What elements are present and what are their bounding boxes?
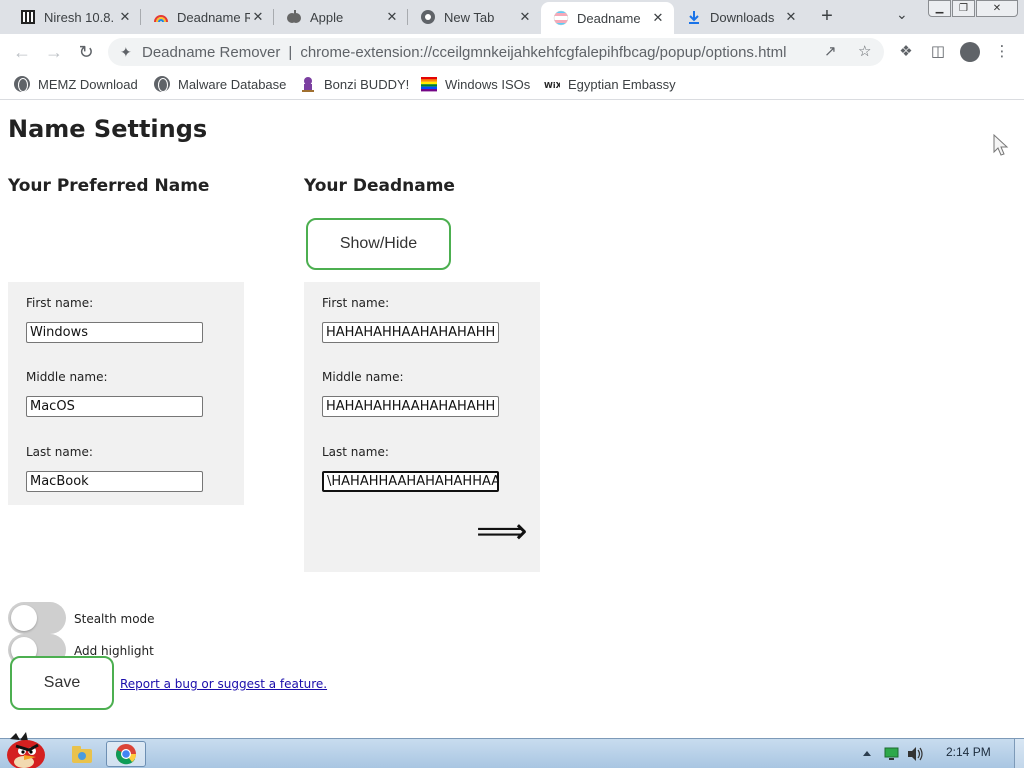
back-arrow-icon[interactable]: ← [10,40,34,64]
clock[interactable]: 2:14 PM [946,745,991,759]
deadname-heading: Your Deadname [304,176,455,196]
tab-title: Apple [310,9,344,25]
bookmarks-bar: MEMZ Download Malware Database Bonzi BUD… [0,70,1024,100]
wix-icon: WiX [544,76,563,92]
tab-apple[interactable]: Apple ✕ [274,0,408,34]
rainbow-flag-icon [421,76,437,92]
share-icon[interactable]: ↗ [824,42,837,60]
bonzi-icon [300,76,316,92]
close-icon[interactable]: ✕ [117,9,133,25]
preferred-name-heading: Your Preferred Name [8,176,210,196]
bookmark-label: Bonzi BUDDY! [324,76,410,92]
bookmark-label: Egyptian Embassy [568,76,676,92]
tab-deadname-active[interactable]: Deadname ✕ [541,2,674,34]
deadname-first-label: First name: [322,296,390,310]
tab-title: Downloads [710,9,775,25]
preferred-name-panel: First name: Windows Middle name: MacOS L… [8,282,244,505]
deadname-last-name-input[interactable]: \HAHAHHAAHAHAHAHHAA [322,471,499,492]
bookmark-label: Malware Database [178,76,287,92]
chrome-icon [420,9,436,25]
address-bar[interactable]: ✦ Deadname Remover | chrome-extension://… [108,38,884,66]
deadname-panel: First name: HAHAHAHHAAHAHAHAHH Middle na… [304,282,540,572]
deadname-middle-name-input[interactable]: HAHAHAHHAAHAHAHAHH [322,396,499,417]
restore-button[interactable]: ❐ [952,0,975,17]
bookmark-label: Windows ISOs [445,76,531,92]
deadname-first-name-input[interactable]: HAHAHAHHAAHAHAHAHH [322,322,499,343]
trans-flag-icon [553,10,569,26]
forward-arrow-icon[interactable]: → [42,40,66,64]
bookmark-malware-db[interactable]: Malware Database [154,76,286,92]
report-bug-link[interactable]: Report a bug or suggest a feature. [120,677,327,691]
start-button-angry-bird-icon[interactable] [2,731,46,768]
tab-niresh[interactable]: Niresh 10.8. ✕ [8,0,141,34]
new-tab-button[interactable]: + [816,5,838,27]
svg-text:WiX: WiX [544,81,560,90]
deadname-last-label: Last name: [322,445,389,459]
bookmark-egyptian-embassy[interactable]: WiX Egyptian Embassy [544,76,676,92]
stealth-mode-toggle[interactable] [8,602,66,634]
arrow-icon: ⟹ [476,511,528,552]
window-controls: ▁ ❐ ✕ [927,0,1018,17]
deadname-middle-label: Middle name: [322,370,404,384]
puzzle-icon: ✦ [120,43,132,60]
show-desktop-button[interactable] [1014,739,1024,768]
tab-downloads[interactable]: Downloads ✕ [674,0,807,34]
tab-strip: Niresh 10.8. ✕ Deadname R ✕ Apple ✕ New … [0,0,1024,34]
url-text: chrome-extension://cceilgmnkeijahkehfcgf… [300,43,787,61]
tab-new-tab[interactable]: New Tab ✕ [408,0,541,34]
extensions-puzzle-icon[interactable]: ❖ [896,42,916,60]
tab-deadname-r[interactable]: Deadname R ✕ [141,0,274,34]
tab-title: New Tab [444,9,495,25]
mouse-cursor-icon [993,133,1011,162]
save-button[interactable]: Save [10,656,114,710]
show-hide-button[interactable]: Show/Hide [306,218,451,270]
taskbar-explorer-icon[interactable] [62,741,102,767]
taskbar-chrome-icon[interactable] [106,741,146,767]
close-icon[interactable]: ✕ [783,9,799,25]
globe-icon [14,76,30,92]
tab-title: Deadname [577,10,641,26]
bookmark-windows-isos[interactable]: Windows ISOs [421,76,530,92]
site-name: Deadname Remover [142,43,281,61]
tab-title: Niresh 10.8. [44,9,115,25]
bookmark-label: MEMZ Download [38,76,138,92]
reload-icon[interactable]: ↻ [74,40,98,64]
window-close-button[interactable]: ✕ [976,0,1018,17]
bookmark-star-icon[interactable]: ☆ [858,42,871,60]
toolbar: ← → ↻ ✦ Deadname Remover | chrome-extens… [0,34,1024,70]
bookmark-bonzi[interactable]: Bonzi BUDDY! [300,76,409,92]
close-icon[interactable]: ✕ [650,10,666,26]
minimize-button[interactable]: ▁ [928,0,951,17]
rainbow-icon [153,9,169,25]
apple-icon [286,9,302,25]
side-panel-icon[interactable]: ◫ [928,42,948,60]
preferred-last-label: Last name: [26,445,93,459]
network-icon[interactable] [884,747,900,764]
profile-avatar-icon[interactable] [960,42,980,62]
bookmark-memz[interactable]: MEMZ Download [14,76,138,92]
close-icon[interactable]: ✕ [250,9,266,25]
omnibox-divider: | [288,43,293,61]
tab-title: Deadname R [177,9,250,25]
preferred-middle-name-input[interactable]: MacOS [26,396,203,417]
screen: Niresh 10.8. ✕ Deadname R ✕ Apple ✕ New … [0,0,1024,768]
volume-icon[interactable] [906,746,924,765]
preferred-last-name-input[interactable]: MacBook [26,471,203,492]
preferred-first-name-input[interactable]: Windows [26,322,203,343]
tab-search-chevron-icon[interactable]: ⌄ [896,6,908,23]
preferred-middle-label: Middle name: [26,370,108,384]
menu-kebab-icon[interactable]: ⋮ [992,42,1012,60]
stealth-mode-label: Stealth mode [74,612,155,626]
close-icon[interactable]: ✕ [384,9,400,25]
preferred-first-label: First name: [26,296,94,310]
tray-up-arrow-icon[interactable] [862,747,872,761]
download-icon [686,9,702,25]
book-icon [20,9,36,25]
options-page: Name Settings Your Preferred Name Your D… [0,101,1024,737]
taskbar: 2:14 PM [0,732,1024,768]
page-title: Name Settings [8,115,208,143]
close-icon[interactable]: ✕ [517,9,533,25]
globe-icon [154,76,170,92]
